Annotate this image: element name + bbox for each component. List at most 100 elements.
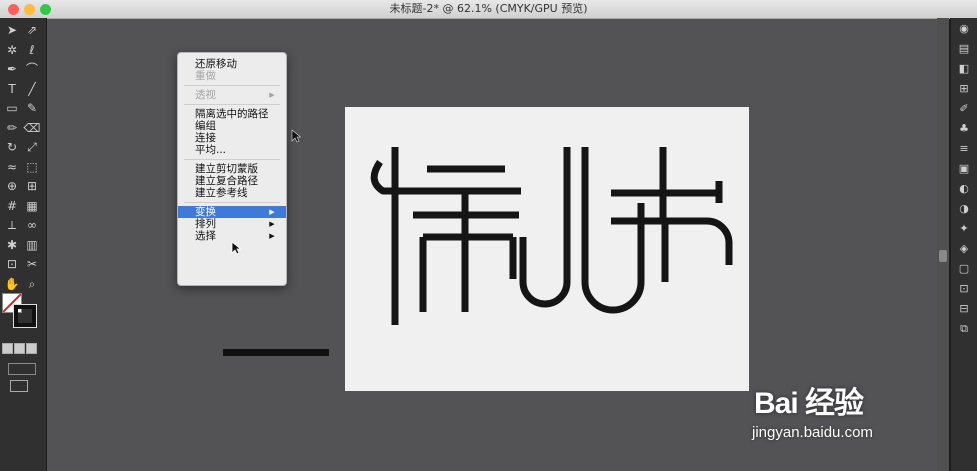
menu-item[interactable]: 平均...: [178, 144, 286, 156]
menu-item[interactable]: 建立参考线: [178, 187, 286, 199]
color-icon[interactable]: ◧: [957, 62, 971, 75]
stroke-swatch[interactable]: [13, 304, 37, 328]
menu-separator: [184, 85, 280, 86]
scroll-thumb[interactable]: [939, 250, 947, 262]
menu-item[interactable]: 建立复合路径: [178, 175, 286, 187]
artboard[interactable]: [345, 107, 749, 391]
watermark-brand: Bai 经验: [754, 387, 864, 420]
gradient-icon[interactable]: ▦: [23, 198, 41, 214]
libraries-icon[interactable]: ▤: [957, 42, 971, 55]
menu-separator: [184, 159, 280, 160]
stroke-path: [611, 217, 733, 265]
submenu-arrow-icon: ▶: [269, 232, 275, 240]
menu-separator: [184, 202, 280, 203]
none-mode-icon[interactable]: [26, 343, 37, 354]
appearance-icon[interactable]: ◑: [957, 202, 971, 215]
menu-item[interactable]: 变换 ▶: [178, 206, 286, 218]
menu-item: 重做: [178, 70, 286, 82]
artwork-qingrenjie[interactable]: [345, 107, 749, 391]
menu-item-label: 连接: [195, 132, 216, 144]
layers-icon[interactable]: ◈: [957, 242, 971, 255]
slice-icon[interactable]: ✂: [23, 256, 41, 272]
menu-item[interactable]: 建立剪切蒙版: [178, 163, 286, 175]
stroke-path: [581, 147, 645, 314]
eraser-icon[interactable]: ⌫: [23, 120, 41, 136]
eyedropper-icon[interactable]: ⟂: [3, 217, 21, 233]
menu-item-label: 重做: [195, 70, 216, 82]
column-graph-icon[interactable]: ▥: [23, 237, 41, 253]
scale-icon[interactable]: ⤢: [23, 139, 41, 155]
pen-tool-icon[interactable]: ✒: [3, 61, 21, 77]
submenu-arrow-icon: ▶: [269, 220, 275, 228]
menu-item[interactable]: 还原移动: [178, 58, 286, 70]
submenu-arrow-icon: ▶: [269, 208, 275, 216]
gradient-panel-icon[interactable]: ▣: [957, 162, 971, 175]
transparency-icon[interactable]: ◐: [957, 182, 971, 195]
gradient-mode-icon[interactable]: [14, 343, 25, 354]
tools-panel: ➤ ⇗ ✲ ℓ ✒ ⌒ T ╱ ▭ ✎ ✏ ⌫ ↻ ⤢ ≈ ⬚ ⊕ ⊞ # ▦ ⟂ ∞ ✱ ▥ ⊡ ✂ ✋ ⌕: [0, 18, 47, 471]
width-tool-icon[interactable]: ≈: [3, 159, 21, 175]
blend-icon[interactable]: ∞: [23, 217, 41, 233]
line-tool-icon[interactable]: ╱: [23, 81, 41, 97]
menu-item-label: 还原移动: [195, 58, 237, 70]
swatches-icon[interactable]: ⊞: [957, 82, 971, 95]
rotate-icon[interactable]: ↻: [3, 139, 21, 155]
rectangle-tool-icon[interactable]: ▭: [3, 100, 21, 116]
window-title: 未标题-2* @ 62.1% (CMYK/GPU 预览): [389, 2, 588, 15]
line-shape[interactable]: [223, 349, 329, 356]
menu-separator: [184, 104, 280, 105]
watermark-url: jingyan.baidu.com: [752, 424, 873, 441]
menu-item-label: 建立复合路径: [195, 175, 258, 187]
artboard-icon[interactable]: ⊡: [3, 256, 21, 272]
menu-item: 透视 ▶: [178, 89, 286, 101]
selection-tool-icon[interactable]: ➤: [3, 22, 21, 38]
curvature-icon[interactable]: ⌒: [23, 61, 41, 77]
menu-item-label: 排列: [195, 218, 216, 230]
menu-item-label: 变换: [195, 206, 216, 218]
screen-mode-icon[interactable]: [10, 380, 28, 392]
brushes-icon[interactable]: ✐: [957, 102, 971, 115]
menu-item-label: 透视: [195, 89, 216, 101]
lasso-icon[interactable]: ℓ: [23, 42, 41, 58]
mouse-cursor-icon: [231, 240, 242, 259]
direct-selection-tool-icon[interactable]: ⇗: [23, 22, 41, 38]
paintbrush-icon[interactable]: ✎: [23, 100, 41, 116]
menu-item-label: 平均...: [195, 144, 227, 156]
align-icon[interactable]: ⊟: [957, 302, 971, 315]
stroke-icon[interactable]: ≡: [957, 142, 971, 155]
menu-item[interactable]: 连接: [178, 132, 286, 144]
color-mode-icon[interactable]: [2, 343, 13, 354]
artboards-icon[interactable]: ▢: [957, 262, 971, 275]
graphic-styles-icon[interactable]: ✦: [957, 222, 971, 235]
type-tool-icon[interactable]: T: [3, 81, 21, 97]
menu-item-label: 编组: [195, 120, 216, 132]
menu-item-label: 建立剪切蒙版: [195, 163, 258, 175]
hand-icon[interactable]: ✋: [3, 276, 21, 292]
vertical-scrollbar[interactable]: [937, 18, 949, 471]
properties-icon[interactable]: ◉: [957, 22, 971, 35]
baidu-jingyan-watermark: Bai 经验 jingyan.baidu.com: [750, 360, 930, 455]
mesh-icon[interactable]: #: [3, 198, 21, 214]
menu-item-label: 建立参考线: [195, 187, 248, 199]
transform-icon[interactable]: ⊡: [957, 282, 971, 295]
menu-item[interactable]: 隔离选中的路径: [178, 108, 286, 120]
draw-mode-icon[interactable]: [8, 363, 36, 375]
perspective-grid-icon[interactable]: ⊞: [23, 178, 41, 194]
panels-dock: ◉ ▤ ◧ ⊞ ✐ ♣ ≡ ▣ ◐ ◑ ✦ ◈ ▢ ⊡ ⊟ ⧉: [950, 18, 977, 471]
magic-wand-icon[interactable]: ✲: [3, 42, 21, 58]
zoom-icon[interactable]: ⌕: [23, 276, 41, 292]
pencil-icon[interactable]: ✏: [3, 120, 21, 136]
free-transform-icon[interactable]: ⬚: [23, 159, 41, 175]
submenu-arrow-icon: ▶: [269, 91, 275, 99]
pathfinder-icon[interactable]: ⧉: [957, 322, 971, 335]
menu-item-label: 隔离选中的路径: [195, 108, 269, 120]
menu-item-label: 选择: [195, 230, 216, 242]
symbols-icon[interactable]: ♣: [957, 122, 971, 135]
illustrator-window: 未标题-2* @ 62.1% (CMYK/GPU 预览) ➤ ⇗ ✲ ℓ ✒ ⌒ T ╱ ▭ ✎ ✏…: [0, 0, 977, 471]
stroke-path: [519, 147, 571, 308]
shape-builder-icon[interactable]: ⊕: [3, 178, 21, 194]
menu-item[interactable]: 排列 ▶: [178, 218, 286, 230]
title-bar: 未标题-2* @ 62.1% (CMYK/GPU 预览): [0, 0, 977, 19]
menu-item[interactable]: 编组: [178, 120, 286, 132]
symbol-sprayer-icon[interactable]: ✱: [3, 237, 21, 253]
